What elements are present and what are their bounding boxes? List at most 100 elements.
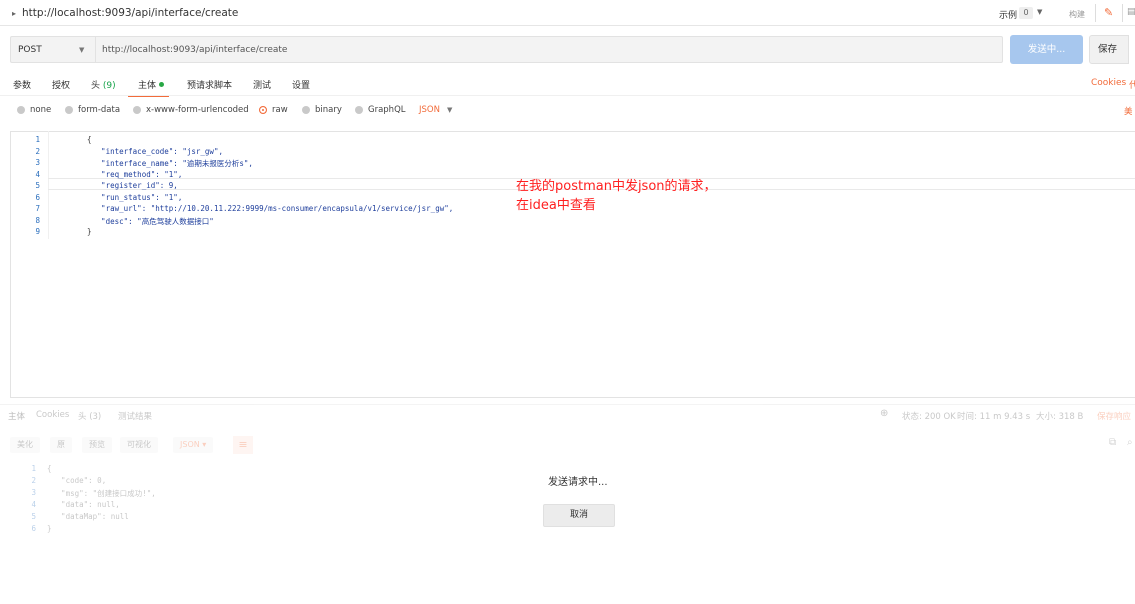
divider <box>1122 4 1123 22</box>
sending-request-text: 发送请求中... <box>548 477 608 488</box>
view-raw-button[interactable]: 原 <box>50 437 72 453</box>
response-format-label: JSON <box>180 440 200 449</box>
expand-triangle-icon[interactable]: ▸ <box>12 9 16 18</box>
divider <box>0 95 1135 96</box>
save-response-button[interactable]: 保存响应 <box>1097 410 1131 422</box>
radio-label: binary <box>315 105 342 115</box>
annotation-line: 在我的postman中发json的请求， <box>516 179 717 194</box>
tab-settings[interactable]: 设置 <box>292 78 310 91</box>
response-status: 状态: 200 OK <box>902 412 956 422</box>
radio-selected-icon <box>259 106 267 114</box>
line-number: 2 <box>35 147 40 156</box>
response-format-select[interactable]: JSON ▾ <box>173 437 214 453</box>
tab-pre-request-script[interactable]: 预请求脚本 <box>187 78 232 91</box>
radio-circle-icon <box>302 106 310 114</box>
code-line: "interface_code": "jsr_gw", <box>83 147 223 156</box>
tab-tests[interactable]: 测试 <box>253 78 271 91</box>
examples-count-badge: 0 <box>1019 7 1033 19</box>
response-tab-cookies[interactable]: Cookies <box>36 410 69 420</box>
code-line: "register_id": 9, <box>83 181 178 190</box>
line-number: 1 <box>31 464 36 473</box>
divider <box>0 404 1135 405</box>
radio-label: form-data <box>78 105 121 115</box>
view-visualize-button[interactable]: 可视化 <box>120 437 158 453</box>
method-label: POST <box>18 45 42 55</box>
code-line: { <box>87 135 92 144</box>
request-title[interactable]: http://localhost:9093/api/interface/crea… <box>22 7 238 19</box>
annotation-line: 在idea中查看 <box>516 198 596 213</box>
send-button[interactable]: 发送中... <box>1010 35 1083 64</box>
code-line: } <box>87 227 92 236</box>
response-tab-headers[interactable]: 头 (3) <box>78 410 101 422</box>
chevron-down-icon: ▼ <box>446 106 453 114</box>
pencil-icon[interactable]: ✎ <box>1104 6 1113 19</box>
build-button[interactable]: 构建 <box>1069 9 1085 20</box>
code-line: "run_status": "1", <box>83 193 183 202</box>
radio-graphql[interactable]: GraphQL <box>355 105 406 115</box>
radio-circle-icon <box>17 106 25 114</box>
radio-label: GraphQL <box>368 105 406 115</box>
red-annotation-text: 在我的postman中发json的请求， 在idea中查看 <box>516 177 717 215</box>
copy-icon[interactable]: ⧉ <box>1109 437 1116 448</box>
divider <box>1095 4 1096 22</box>
line-number: 3 <box>35 158 40 167</box>
line-number: 6 <box>31 524 36 533</box>
url-value: http://localhost:9093/api/interface/crea… <box>102 45 288 55</box>
response-code-line: } <box>47 524 52 533</box>
line-number: 4 <box>35 170 40 179</box>
line-number: 6 <box>35 193 40 202</box>
response-tab-test-results[interactable]: 测试结果 <box>118 410 152 422</box>
radio-raw[interactable]: raw <box>259 105 288 115</box>
format-select[interactable]: JSON ▼ <box>419 105 452 115</box>
tab-headers-label: 头 <box>91 81 101 91</box>
format-label: JSON <box>419 105 440 115</box>
radio-urlencoded[interactable]: x-www-form-urlencoded <box>133 105 249 115</box>
radio-label: raw <box>272 105 288 115</box>
line-number: 5 <box>31 512 36 521</box>
view-preview-button[interactable]: 预览 <box>82 437 112 453</box>
code-line: "raw_url": "http://10.20.11.222:9999/ms-… <box>83 204 454 213</box>
chevron-down-icon[interactable]: ▼ <box>1037 8 1042 16</box>
line-number: 2 <box>31 476 36 485</box>
globe-icon[interactable]: ⊕ <box>880 408 888 419</box>
document-icon[interactable]: ▤ <box>1127 7 1135 17</box>
code-line: "desc": "高危驾驶人数据接口" <box>83 217 214 226</box>
response-size: 大小: 318 B <box>1036 412 1084 422</box>
chevron-down-icon: ▼ <box>79 46 85 54</box>
cookies-link[interactable]: Cookies <box>1091 78 1126 88</box>
tab-params[interactable]: 参数 <box>13 78 31 91</box>
response-code-line: "data": null, <box>43 500 120 509</box>
line-number: 7 <box>35 204 40 213</box>
beautify-link[interactable]: 美 <box>1124 105 1133 117</box>
radio-label: x-www-form-urlencoded <box>146 105 249 115</box>
tab-headers[interactable]: 头 (9) <box>91 78 116 91</box>
status-dot-icon <box>159 82 165 87</box>
save-button[interactable]: 保存 <box>1089 35 1129 64</box>
response-tab-body[interactable]: 主体 <box>8 410 25 422</box>
radio-none[interactable]: none <box>17 105 51 115</box>
examples-label[interactable]: 示例 <box>999 8 1017 21</box>
radio-circle-icon <box>65 106 73 114</box>
line-number: 8 <box>35 216 40 225</box>
cancel-button[interactable]: 取消 <box>543 504 615 527</box>
search-icon[interactable]: ⌕ <box>1127 437 1133 448</box>
line-number: 4 <box>31 500 36 509</box>
tab-headers-count: (9) <box>102 81 116 91</box>
response-code-line: "msg": "创建接口成功!", <box>43 489 156 498</box>
line-number: 5 <box>35 181 40 190</box>
method-select[interactable]: POST ▼ <box>10 36 95 63</box>
radio-binary[interactable]: binary <box>302 105 342 115</box>
response-time: 时间: 11 m 9.43 s <box>957 412 1031 422</box>
wrap-lines-icon[interactable]: ≡ <box>233 436 253 454</box>
radio-label: none <box>30 105 52 115</box>
code-link[interactable]: 代 <box>1129 78 1135 91</box>
response-code-line: "dataMap": null <box>43 512 129 521</box>
response-code-line: "code": 0, <box>43 476 107 485</box>
line-number: 1 <box>35 135 40 144</box>
url-input[interactable]: http://localhost:9093/api/interface/crea… <box>95 36 1003 63</box>
line-number: 3 <box>31 488 36 497</box>
radio-form-data[interactable]: form-data <box>65 105 120 115</box>
view-pretty-button[interactable]: 美化 <box>10 437 40 453</box>
request-title-bar: ▸ http://localhost:9093/api/interface/cr… <box>0 0 1135 26</box>
tab-auth[interactable]: 授权 <box>52 78 70 91</box>
